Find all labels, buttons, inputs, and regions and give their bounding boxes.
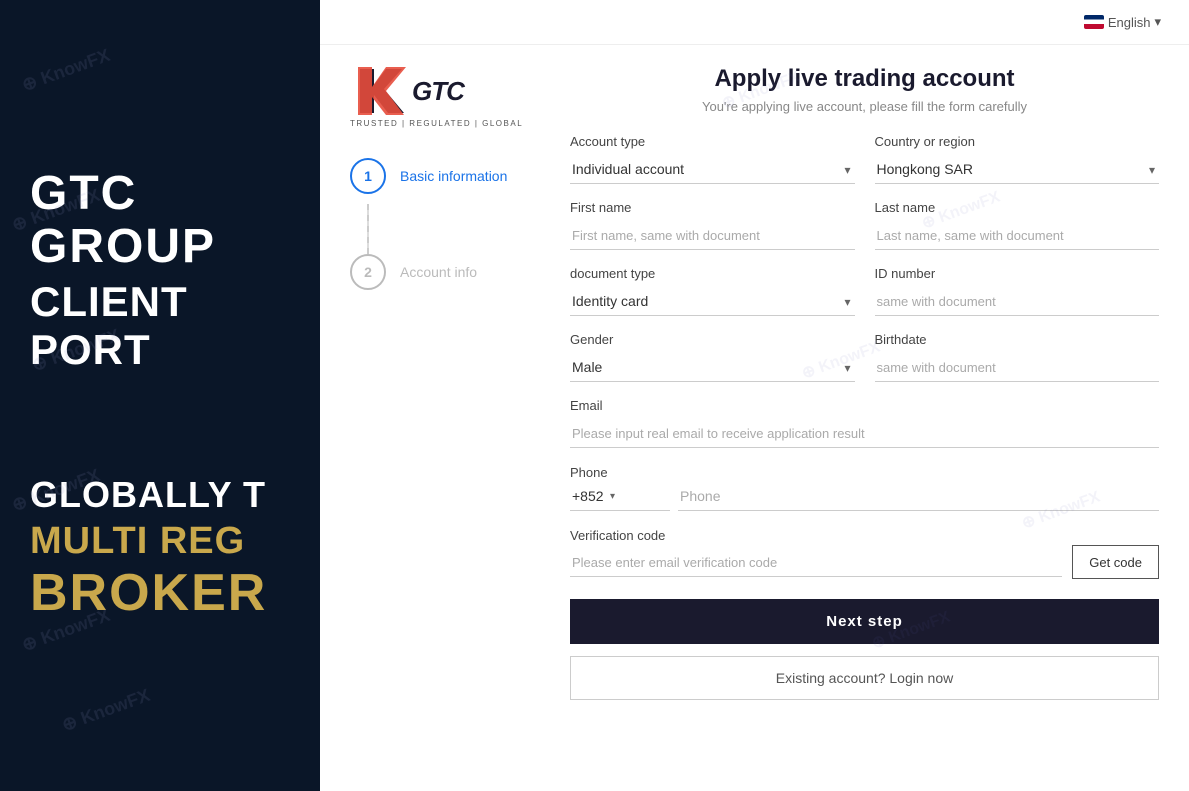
next-step-button[interactable]: Next step <box>570 599 1159 644</box>
gender-select[interactable]: Male Female <box>570 353 855 382</box>
row-gender-birth: Gender Male Female Birthdate <box>570 332 1159 382</box>
last-name-label: Last name <box>875 200 1160 215</box>
row-verification: Verification code Get code <box>570 527 1159 579</box>
country-select[interactable]: Hongkong SAR China United States <box>875 155 1160 184</box>
bg-globally-title: GLOBALLY T <box>30 474 290 516</box>
account-type-group: Account type Individual account Corporat… <box>570 134 855 184</box>
phone-arrow-icon: ▾ <box>610 491 615 502</box>
language-button[interactable]: English ▾ <box>1076 10 1169 34</box>
get-code-button[interactable]: Get code <box>1072 545 1159 579</box>
phone-code-wrapper: +852 +86 +1 ▾ <box>570 482 670 511</box>
step-2-label: Account info <box>400 264 477 280</box>
top-bar: English ▾ <box>320 0 1189 45</box>
first-name-label: First name <box>570 200 855 215</box>
lang-arrow-icon: ▾ <box>1154 14 1161 30</box>
last-name-group: Last name <box>875 200 1160 250</box>
logo-subtitle: TRUSTED | REGULATED | GLOBAL <box>350 119 550 128</box>
row-doc-id: document type Identity card Passport Dri… <box>570 266 1159 316</box>
doc-type-label: document type <box>570 266 855 281</box>
flag-icon <box>1084 15 1104 29</box>
phone-input[interactable] <box>678 482 1159 511</box>
birthdate-group: Birthdate <box>875 332 1160 382</box>
doc-type-select[interactable]: Identity card Passport Driver's license <box>570 287 855 316</box>
account-type-wrapper: Individual account Corporate account <box>570 155 855 184</box>
gender-group: Gender Male Female <box>570 332 855 382</box>
birthdate-input[interactable] <box>875 353 1160 382</box>
email-group: Email <box>570 398 1159 448</box>
step-2-circle: 2 <box>350 254 386 290</box>
email-input[interactable] <box>570 419 1159 448</box>
bg-multi-title: MULTI REG <box>30 520 290 563</box>
step-1-label: Basic information <box>400 168 507 184</box>
logo-area: GTC TRUSTED | REGULATED | GLOBAL <box>350 65 550 128</box>
birthdate-label: Birthdate <box>875 332 1160 347</box>
id-number-label: ID number <box>875 266 1160 281</box>
existing-account-button[interactable]: Existing account? Login now <box>570 656 1159 700</box>
left-background: GTC GROUP CLIENT PORT GLOBALLY T MULTI R… <box>0 0 320 791</box>
row-email: Email <box>570 398 1159 448</box>
id-number-group: ID number <box>875 266 1160 316</box>
country-label: Country or region <box>875 134 1160 149</box>
gender-label: Gender <box>570 332 855 347</box>
phone-label: Phone <box>570 465 608 480</box>
first-name-group: First name <box>570 200 855 250</box>
sidebar: GTC TRUSTED | REGULATED | GLOBAL 1 Basic… <box>350 65 550 720</box>
verification-input[interactable] <box>570 548 1062 577</box>
doc-type-group: document type Identity card Passport Dri… <box>570 266 855 316</box>
bg-broker-title: BROKER <box>30 563 290 623</box>
form-title: Apply live trading account <box>570 65 1159 93</box>
step-1-circle: 1 <box>350 158 386 194</box>
gender-wrapper: Male Female <box>570 353 855 382</box>
step-connector <box>367 204 369 254</box>
row-phone: Phone +852 +86 +1 ▾ <box>570 464 1159 511</box>
steps-container: 1 Basic information 2 Account info <box>350 158 550 290</box>
country-wrapper: Hongkong SAR China United States <box>875 155 1160 184</box>
step-2-item[interactable]: 2 Account info <box>350 254 550 290</box>
form-subtitle: You're applying live account, please fil… <box>570 99 1159 114</box>
doc-type-wrapper: Identity card Passport Driver's license <box>570 287 855 316</box>
email-label: Email <box>570 398 1159 413</box>
right-panel: English ▾ GTC <box>320 0 1189 791</box>
first-name-input[interactable] <box>570 221 855 250</box>
account-type-label: Account type <box>570 134 855 149</box>
step-1-item[interactable]: 1 Basic information <box>350 158 550 194</box>
verification-label: Verification code <box>570 528 665 543</box>
logo-text: GTC <box>412 78 464 104</box>
bg-gtc-title: GTC GROUP <box>30 168 290 274</box>
account-type-select[interactable]: Individual account Corporate account <box>570 155 855 184</box>
bg-client-title: CLIENT PORT <box>30 278 290 374</box>
language-label: English <box>1108 15 1151 30</box>
row-account-country: Account type Individual account Corporat… <box>570 134 1159 184</box>
logo-icon <box>350 65 410 117</box>
main-content: GTC TRUSTED | REGULATED | GLOBAL 1 Basic… <box>320 45 1189 740</box>
form-area: Apply live trading account You're applyi… <box>550 65 1159 720</box>
country-group: Country or region Hongkong SAR China Uni… <box>875 134 1160 184</box>
id-number-input[interactable] <box>875 287 1160 316</box>
last-name-input[interactable] <box>875 221 1160 250</box>
phone-code-select[interactable]: +852 +86 +1 <box>570 482 606 510</box>
row-names: First name Last name <box>570 200 1159 250</box>
